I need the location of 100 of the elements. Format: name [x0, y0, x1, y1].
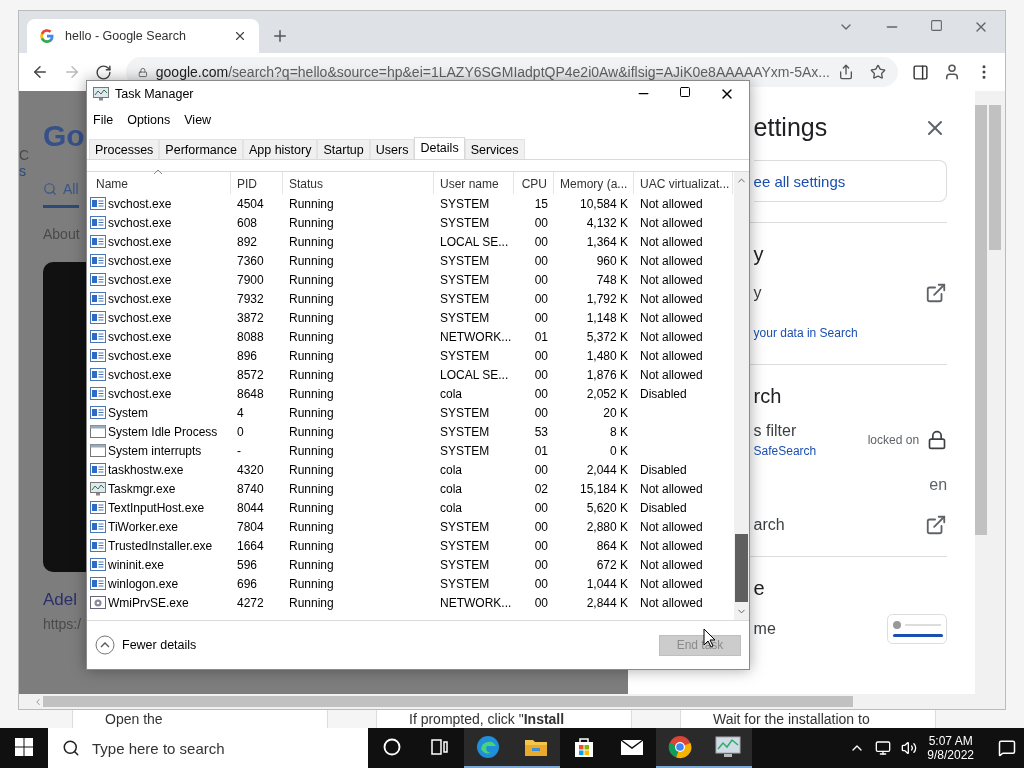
google-logo: Go [43, 119, 85, 154]
table-cell-text: 00 [533, 215, 549, 230]
process-name: TextInputHost.exe [90, 500, 231, 515]
instruction-card: If prompted, click "Install [376, 710, 632, 728]
table-cell-text: 896 [236, 348, 259, 363]
table-cell-text: 8088 [236, 329, 265, 344]
close-icon[interactable] [233, 29, 247, 43]
external-link-icon[interactable] [925, 514, 948, 536]
window-icon [90, 292, 106, 305]
cortana-icon [383, 738, 401, 756]
column-header[interactable]: CPU [514, 172, 554, 194]
tab[interactable]: App history [242, 139, 318, 159]
external-link-icon[interactable] [925, 282, 948, 304]
table-cell-text: 00 [533, 595, 549, 610]
table-cell-text: 7804 [236, 519, 265, 534]
column-header[interactable]: Name [90, 172, 231, 194]
column-header[interactable]: UAC virtualizat... [634, 172, 733, 194]
table-cell-text: 8572 [236, 367, 265, 382]
clock[interactable]: 5:07 AM 9/8/2022 [927, 734, 974, 762]
table-cell-text: Not allowed [639, 367, 704, 382]
tab[interactable]: Details [414, 137, 465, 159]
table-cell-text: 1,148 K [585, 310, 629, 325]
column-header[interactable]: PID [231, 172, 283, 194]
reload-icon[interactable] [95, 63, 112, 81]
process-name: TrustedInstaller.exe [90, 538, 231, 553]
window-icon [90, 197, 106, 210]
tab[interactable]: Performance [159, 139, 243, 159]
menu-item[interactable]: File [93, 113, 114, 127]
window-icon [90, 577, 106, 590]
process-name: System Idle Process [90, 424, 231, 439]
setting-label: arch [753, 516, 785, 534]
table-cell-text: 748 K [595, 272, 629, 287]
process-name: svchost.exe [90, 215, 231, 230]
table-cell-text: 7900 [236, 272, 265, 287]
tab[interactable]: Startup [317, 139, 370, 159]
see-all-settings-button[interactable]: ee all settings [753, 160, 948, 202]
taskbar-app-button[interactable] [464, 728, 512, 768]
process-name: System [90, 405, 231, 420]
table-cell-text: Not allowed [639, 595, 704, 610]
table-cell-text: 2,880 K [585, 519, 629, 534]
back-icon[interactable] [31, 63, 49, 81]
scrollbar[interactable] [19, 694, 1005, 709]
process-name: svchost.exe [90, 310, 231, 325]
tab[interactable]: Services [464, 139, 525, 159]
settings-title: ettings [753, 113, 828, 142]
table-cell-text: Running [288, 310, 335, 325]
process-name: winlogon.exe [90, 576, 231, 591]
table-cell-text: SYSTEM [439, 291, 491, 306]
table-cell-text: SYSTEM [439, 253, 491, 268]
gear-window-icon [90, 595, 106, 610]
scrollbar-thumb[interactable] [735, 534, 748, 602]
table-cell-text: Disabled [639, 386, 688, 401]
fewer-details-button[interactable]: Fewer details [95, 635, 197, 655]
volume-icon[interactable] [901, 740, 918, 756]
table-cell-text: SYSTEM [439, 310, 491, 325]
table-cell-text: Running [288, 329, 335, 344]
column-header[interactable]: User name [434, 172, 514, 194]
table-cell-text: SYSTEM [439, 196, 491, 211]
table-cell-text: 15 [533, 196, 549, 211]
section-heading: e [753, 577, 766, 600]
taskbar-app-button[interactable] [704, 728, 752, 768]
notifications-icon[interactable] [998, 739, 1016, 757]
table-cell-text: Running [288, 253, 335, 268]
column-header[interactable]: Memory (a... [554, 172, 634, 194]
side-panel-icon[interactable] [912, 63, 929, 81]
table-cell-text: Not allowed [639, 234, 704, 249]
setting-link[interactable]: your data in Search [753, 326, 858, 340]
profile-icon[interactable] [943, 63, 961, 81]
table-cell-text: Not allowed [639, 329, 704, 344]
tab[interactable]: Users [369, 139, 415, 159]
table-cell-text: 00 [533, 367, 549, 382]
theme-preview-icon[interactable] [887, 614, 948, 644]
window-icon [90, 539, 106, 552]
table-cell-text: 15,184 K [578, 481, 629, 496]
setting-link[interactable]: SafeSearch [753, 444, 817, 458]
menu-item[interactable]: View [184, 113, 212, 127]
column-header[interactable]: Status [283, 172, 434, 194]
share-icon[interactable] [838, 64, 854, 80]
table-cell-text: 00 [533, 310, 549, 325]
monitor-chart-icon [714, 735, 742, 759]
tab[interactable]: Processes [89, 139, 160, 159]
monitor-chart-icon [93, 87, 109, 101]
scrollbar[interactable] [734, 172, 749, 620]
process-name: Taskmgr.exe [90, 481, 231, 496]
bookmark-star-icon[interactable] [870, 64, 886, 80]
maximize-icon[interactable] [679, 86, 691, 98]
menu-item[interactable]: Options [127, 113, 171, 127]
table-cell-text: Running [288, 234, 335, 249]
table-cell-text: SYSTEM [439, 557, 491, 572]
network-icon[interactable] [875, 740, 892, 756]
new-tab-icon[interactable] [271, 27, 289, 45]
taskbar-app-button[interactable] [512, 728, 560, 768]
browser-tab[interactable]: hello - Google Search [27, 19, 259, 53]
table-cell-text: Not allowed [639, 310, 704, 325]
taskbar-search-field[interactable]: Type here to search [48, 728, 368, 768]
window-icon [90, 463, 106, 476]
scrollbar[interactable] [975, 91, 1005, 694]
google-g-icon [39, 28, 55, 44]
table-cell-text: SYSTEM [439, 405, 491, 420]
taskbar-app-button[interactable] [656, 728, 704, 768]
